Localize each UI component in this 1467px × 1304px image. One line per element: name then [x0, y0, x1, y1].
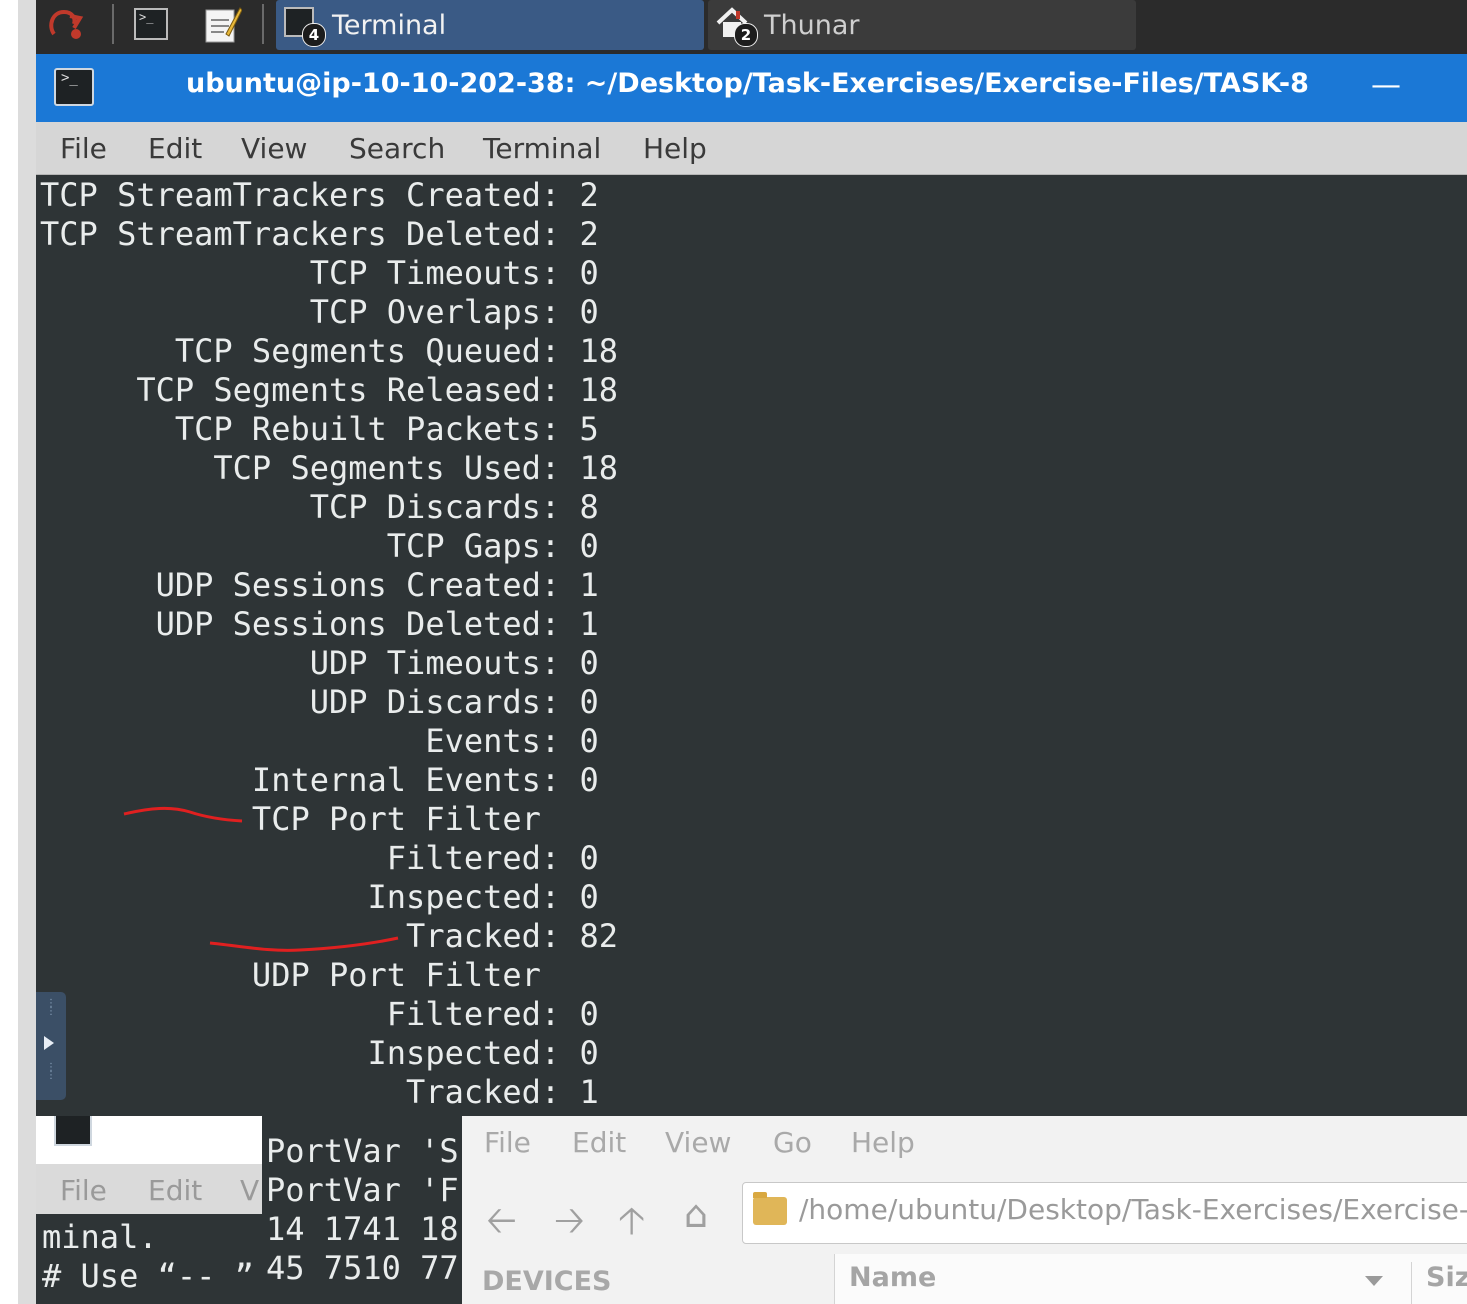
terminal-output: minal. # Use “-- ” — [36, 1214, 262, 1304]
output-line: 14 1741 18 — [266, 1210, 459, 1248]
output-line: TCP Timeouts: 0 — [40, 254, 599, 292]
background-terminal-window[interactable]: File Edit V minal. # Use “-- ” — [36, 1116, 262, 1304]
task-thunar[interactable]: 2 Thunar — [708, 0, 1136, 50]
output-line: PortVar 'S — [266, 1132, 459, 1170]
output-line: TCP Discards: 8 — [40, 488, 599, 526]
file-list-header: Name Siz — [834, 1254, 1467, 1304]
output-line: Filtered: 0 — [40, 839, 599, 877]
background-terminal-window[interactable]: PortVar 'S PortVar 'F 14 1741 18 45 7510… — [262, 1116, 462, 1304]
menu-edit[interactable]: Edit — [148, 132, 202, 165]
output-line: minal. — [42, 1218, 158, 1256]
location-bar[interactable]: /home/ubuntu/Desktop/Task-Exercises/Exer… — [742, 1182, 1467, 1244]
task-label: Thunar — [764, 9, 860, 41]
terminal-window: >_ ubuntu@ip-10-10-202-38: ~/Desktop/Tas… — [36, 54, 1467, 1116]
column-name-header[interactable]: Name — [849, 1262, 936, 1293]
app-menu-button[interactable] — [46, 0, 102, 48]
output-line: TCP Segments Released: 18 — [40, 371, 618, 409]
home-folder-icon: 2 — [716, 7, 758, 47]
menu-help[interactable]: Help — [851, 1126, 915, 1159]
grip-dots-icon: ⋮ ⋮ — [46, 1062, 56, 1081]
output-line: TCP StreamTrackers Created: 2 — [40, 176, 599, 214]
menu-go[interactable]: Go — [773, 1126, 812, 1159]
desktop-edge — [0, 0, 20, 1304]
grip-dots-icon: ⋮ ⋮ — [46, 998, 56, 1017]
terminal-launcher[interactable]: >_ — [134, 0, 174, 48]
window-count-badge: 4 — [302, 23, 326, 47]
task-terminal[interactable]: 4 Terminal — [276, 0, 704, 50]
menu-view[interactable]: V — [240, 1174, 259, 1207]
output-line: Internal Events: 0 — [40, 761, 599, 799]
terminal-app-icon — [54, 1116, 92, 1146]
menu-bar: File Edit View Search Terminal Help — [36, 122, 1467, 175]
output-line: TCP Segments Used: 18 — [40, 449, 618, 487]
menu-edit[interactable]: Edit — [148, 1174, 202, 1207]
top-panel: >_ 4 Terminal 2 Thunar — [36, 0, 1467, 54]
output-line: # Use “-- ” — [42, 1257, 254, 1295]
output-line: Tracked: 82 — [40, 917, 618, 955]
task-label: Terminal — [332, 9, 447, 41]
window-titlebar[interactable]: >_ ubuntu@ip-10-10-202-38: ~/Desktop/Tas… — [36, 54, 1467, 122]
output-line: UDP Port Filter — [40, 956, 541, 994]
menu-search[interactable]: Search — [349, 132, 445, 165]
forward-arrow-icon[interactable]: 🡢 — [554, 1192, 585, 1257]
menu-help[interactable]: Help — [643, 132, 707, 165]
output-line: UDP Sessions Created: 1 — [40, 566, 599, 604]
menu-terminal[interactable]: Terminal — [483, 132, 601, 165]
text-editor-icon — [205, 7, 242, 43]
output-line: TCP Segments Queued: 18 — [40, 332, 618, 370]
output-line: Inspected: 0 — [40, 1034, 599, 1072]
output-line: TCP Gaps: 0 — [40, 527, 599, 565]
menu-view[interactable]: View — [665, 1126, 731, 1159]
up-arrow-icon[interactable]: 🡡 — [618, 1192, 645, 1257]
panel-separator — [262, 4, 264, 44]
output-line: UDP Timeouts: 0 — [40, 644, 599, 682]
panel-separator — [112, 4, 114, 44]
text-editor-launcher[interactable] — [202, 0, 246, 48]
terminal-task-icon: 4 — [284, 7, 326, 47]
output-line: TCP StreamTrackers Deleted: 2 — [40, 215, 599, 253]
sidebar-devices-heading: DEVICES — [482, 1266, 612, 1297]
home-icon[interactable]: ⌂ — [684, 1192, 708, 1236]
terminal-icon: >_ — [134, 8, 168, 40]
folder-icon — [753, 1192, 787, 1225]
output-line: 45 7510 77 — [266, 1249, 459, 1287]
terminal-output[interactable]: TCP StreamTrackers Created: 2 TCP Stream… — [40, 176, 1460, 1111]
output-line: Tracked: 1 — [40, 1073, 599, 1111]
app-menu-icon — [49, 9, 84, 39]
output-line: UDP Sessions Deleted: 1 — [40, 605, 599, 643]
back-arrow-icon[interactable]: 🡠 — [486, 1192, 517, 1257]
menu-file[interactable]: File — [60, 1174, 107, 1207]
output-line: TCP Rebuilt Packets: 5 — [40, 410, 599, 448]
menu-edit[interactable]: Edit — [572, 1126, 626, 1159]
output-line: TCP Overlaps: 0 — [40, 293, 599, 331]
output-line: Events: 0 — [40, 722, 599, 760]
column-size-header[interactable]: Siz — [1411, 1262, 1467, 1304]
thunar-window[interactable]: File Edit View Go Help 🡠 🡢 🡡 ⌂ /home/ubu… — [462, 1116, 1467, 1304]
minimize-button[interactable]: — — [1370, 68, 1402, 104]
menu-bar: File Edit V — [36, 1164, 262, 1214]
output-line: Filtered: 0 — [40, 995, 599, 1033]
output-line: Inspected: 0 — [40, 878, 599, 916]
desktop-edge-shade — [18, 0, 36, 1304]
location-path: /home/ubuntu/Desktop/Task-Exercises/Exer… — [799, 1193, 1467, 1226]
expand-arrow-icon — [44, 1036, 54, 1050]
output-line: TCP Port Filter — [40, 800, 541, 838]
terminal-app-icon: >_ — [54, 68, 94, 106]
output-line: PortVar 'F — [266, 1171, 459, 1209]
menu-view[interactable]: View — [241, 132, 307, 165]
window-title: ubuntu@ip-10-10-202-38: ~/Desktop/Task-E… — [186, 68, 1309, 99]
menu-file[interactable]: File — [484, 1126, 531, 1159]
menu-file[interactable]: File — [60, 132, 107, 165]
sort-descending-icon — [1365, 1276, 1383, 1286]
window-count-badge: 2 — [734, 23, 758, 47]
side-panel-handle[interactable]: ⋮ ⋮ ⋮ ⋮ — [36, 992, 66, 1100]
output-line: UDP Discards: 0 — [40, 683, 599, 721]
